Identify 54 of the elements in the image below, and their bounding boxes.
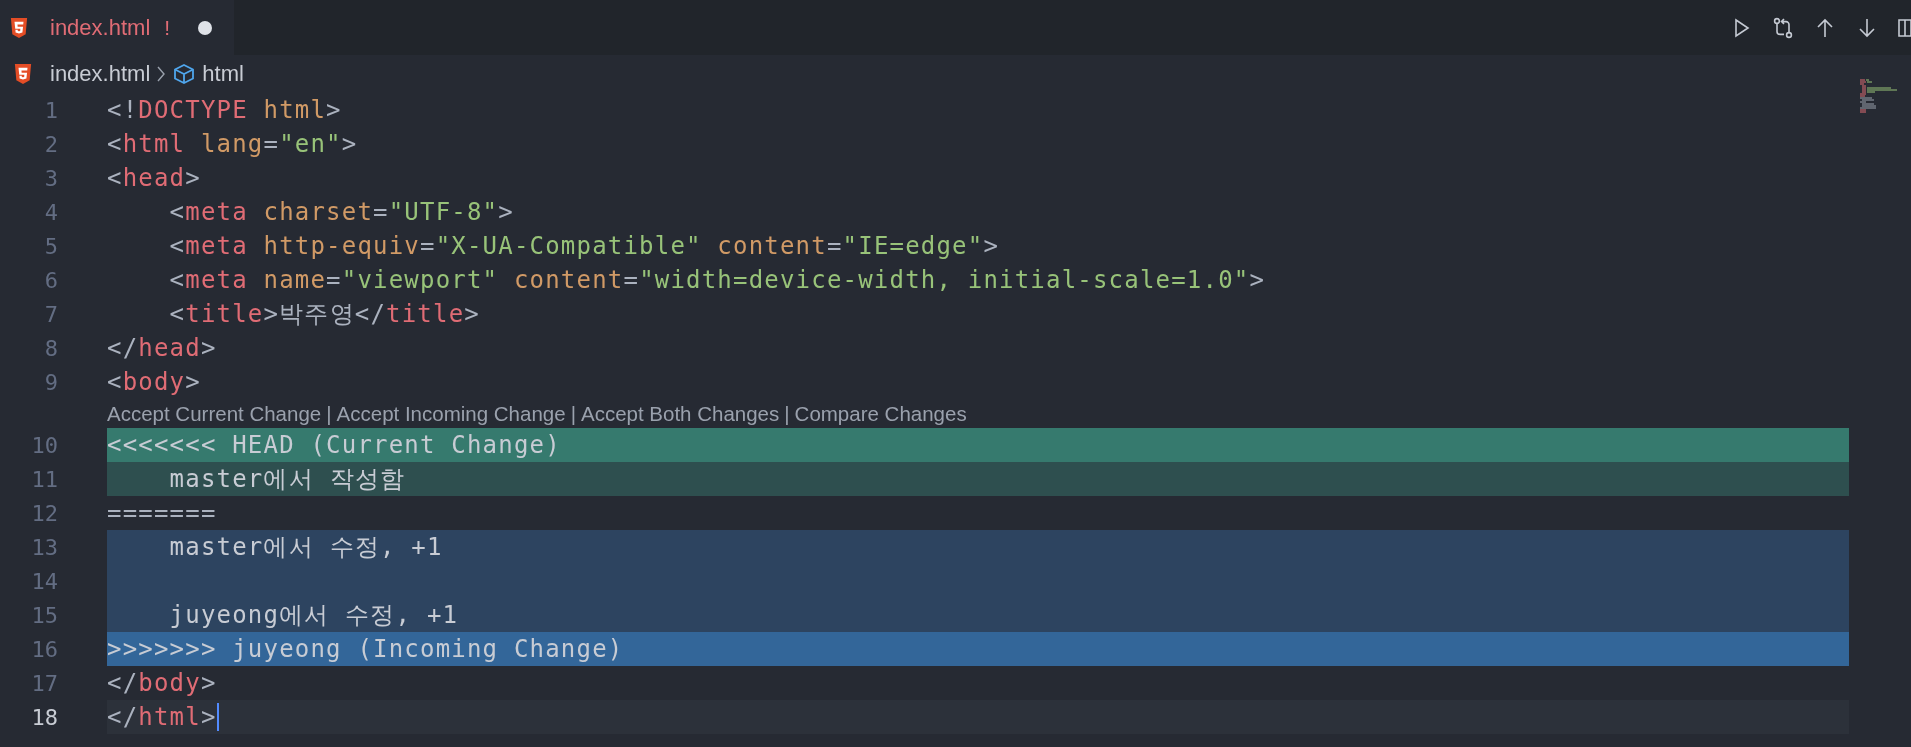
line-number: 17 bbox=[30, 670, 58, 696]
line-number: 15 bbox=[30, 602, 58, 628]
line-number: 8 bbox=[43, 335, 58, 361]
code-line: <<<<<<< HEAD (Current Change) bbox=[107, 431, 561, 459]
code-line: </head> bbox=[107, 334, 217, 362]
text-cursor bbox=[216, 703, 219, 731]
separator: | bbox=[784, 401, 790, 426]
line-number: 2 bbox=[43, 131, 58, 157]
line-number: 4 bbox=[43, 199, 58, 225]
code-line: <meta http-equiv="X-UA-Compatible" content="IE=edge"> bbox=[168, 232, 1000, 260]
codelens-link[interactable]: Accept Incoming Change bbox=[336, 401, 566, 426]
code-line: <meta charset="UTF-8"> bbox=[168, 198, 514, 226]
line-number: 12 bbox=[30, 500, 58, 526]
code-line: <html lang="en"> bbox=[107, 130, 358, 158]
separator: | bbox=[326, 401, 332, 426]
code-line: master에서 작성함 bbox=[168, 464, 406, 495]
tab-title: index.html bbox=[50, 14, 151, 41]
editor-tab[interactable]: index.html ! bbox=[0, 0, 235, 55]
line-number: 7 bbox=[43, 301, 58, 327]
breadcrumb-item[interactable]: html bbox=[202, 61, 244, 87]
separator: | bbox=[570, 401, 576, 426]
line-number: 9 bbox=[43, 369, 58, 395]
line-number: 6 bbox=[43, 267, 58, 293]
line-number: 11 bbox=[30, 466, 58, 492]
code-line: <!DOCTYPE html> bbox=[107, 96, 342, 124]
code-line: master에서 수정, +1 bbox=[168, 532, 443, 563]
code-line: </body> bbox=[107, 669, 217, 697]
cube-icon bbox=[172, 62, 197, 86]
unsaved-dot-icon bbox=[198, 20, 213, 35]
code-line: juyeong에서 수정, +1 bbox=[168, 600, 459, 631]
code-line: <meta name="viewport" content="width=device-width, initial-scale=1.0"> bbox=[168, 266, 1266, 294]
compare-icon[interactable] bbox=[1771, 15, 1795, 40]
code-line: >>>>>>> juyeong (Incoming Change) bbox=[107, 635, 624, 663]
html5-icon bbox=[14, 64, 32, 84]
line-number: 18 bbox=[30, 704, 58, 730]
code-line: <body> bbox=[107, 368, 201, 396]
line-number: 13 bbox=[30, 534, 58, 560]
line-number: 1 bbox=[43, 97, 58, 123]
chevron-right-icon bbox=[156, 64, 167, 84]
codelens-link[interactable]: Compare Changes bbox=[794, 401, 967, 426]
line-number: 3 bbox=[43, 165, 58, 191]
problem-marker: ! bbox=[164, 15, 171, 40]
code-line: ======= bbox=[107, 499, 217, 527]
html5-icon bbox=[10, 17, 28, 38]
line-number: 14 bbox=[30, 568, 58, 594]
line-number: 16 bbox=[30, 636, 58, 662]
code-line: <head> bbox=[107, 164, 201, 192]
codelens-link[interactable]: Accept Current Change bbox=[107, 401, 322, 426]
codelens-link[interactable]: Accept Both Changes bbox=[580, 401, 780, 426]
line-number: 5 bbox=[43, 233, 58, 259]
breadcrumb-item[interactable]: index.html bbox=[50, 61, 151, 87]
code-line: <title>박주영</title> bbox=[168, 299, 480, 330]
code-line: </html> bbox=[107, 703, 217, 731]
line-number: 10 bbox=[30, 432, 58, 458]
